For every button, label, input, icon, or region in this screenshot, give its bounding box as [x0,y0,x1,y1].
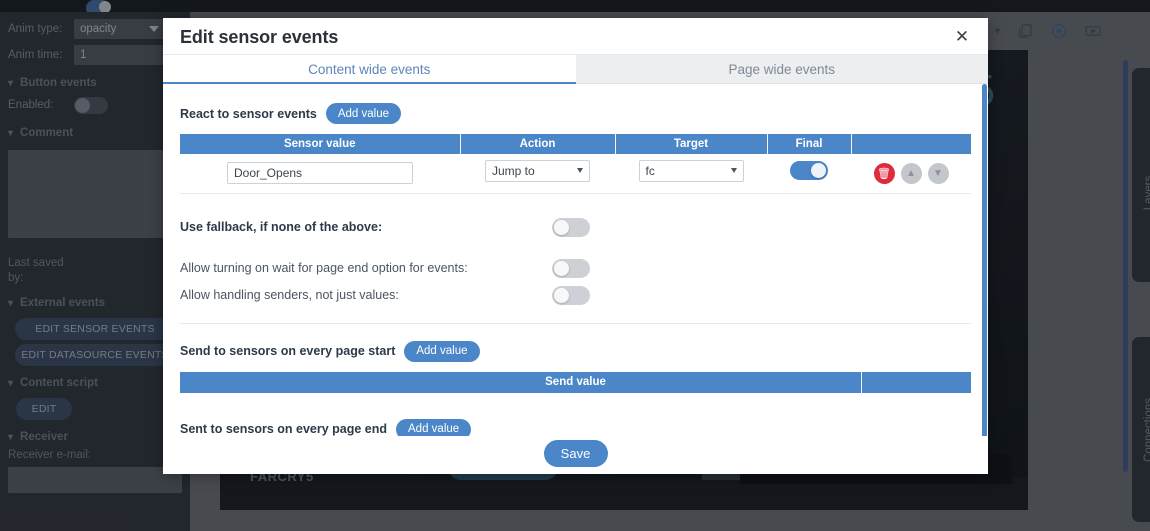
table-row: Jump to fc [180,154,971,194]
react-add-value-button[interactable]: Add value [325,103,402,124]
wait-page-end-toggle[interactable] [552,258,590,278]
col-actions [851,134,971,154]
target-select[interactable]: fc [638,159,744,182]
send-value-table-header: Send value [180,371,971,393]
modal-scrollbar[interactable] [982,84,987,440]
app-root: Anim type: opacity Anim time: 1 se ▾ But… [0,0,1150,531]
divider [180,322,971,324]
option-row-wait-page-end: Allow turning on wait for page end optio… [180,258,590,278]
option-row-handle-senders: Allow handling senders, not just values: [180,285,590,305]
cell-action: Jump to [460,154,615,194]
react-section-label: React to sensor events [180,106,317,121]
modal-title: Edit sensor events [180,27,339,47]
chevron-up-icon[interactable]: ▲ [900,162,922,184]
cell-target: fc [615,154,767,194]
cell-final [767,154,851,194]
col-sensor-value: Sensor value [180,134,461,154]
send-start-add-value-button[interactable]: Add value [404,340,480,362]
handle-senders-toggle[interactable] [552,285,590,305]
option-label-wait-page-end: Allow turning on wait for page end optio… [180,261,468,275]
modal-header: Edit sensor events ✕ [163,18,988,55]
close-icon[interactable]: ✕ [952,27,972,47]
table-header-row: Sensor value Action Target Final [180,134,971,154]
action-select-value: Jump to [492,163,535,178]
tab-page-wide-events[interactable]: Page wide events [575,55,988,84]
send-end-label: Sent to sensors on every page end [180,422,388,436]
col-send-value: Send value [545,375,606,388]
sensor-events-table: Sensor value Action Target Final Door_Op… [180,134,971,194]
react-section-header: React to sensor events Add value [180,103,971,124]
chevron-down-icon[interactable]: ▼ [927,162,949,184]
edit-sensor-events-modal: Edit sensor events ✕ Content wide events… [163,18,988,474]
option-label-fallback: Use fallback, if none of the above: [180,220,383,234]
final-toggle[interactable] [790,161,828,181]
col-send-actions [861,371,971,393]
modal-body: React to sensor events Add value Sensor … [163,84,988,474]
cell-row-actions: 🗑 ▲ ▼ [851,154,971,194]
send-start-header: Send to sensors on every page start Add … [180,340,971,362]
action-select[interactable]: Jump to [485,159,590,182]
trash-icon[interactable]: 🗑 [873,162,895,184]
fallback-toggle[interactable] [552,217,590,237]
target-select-value: fc [645,163,655,178]
option-label-handle-senders: Allow handling senders, not just values: [180,288,399,302]
chevron-down-icon [577,167,583,173]
send-start-label: Send to sensors on every page start [180,344,396,358]
col-final: Final [767,134,852,154]
chevron-down-icon [730,167,737,173]
col-target: Target [615,134,768,154]
option-row-fallback: Use fallback, if none of the above: [180,217,590,237]
tab-content-wide-events[interactable]: Content wide events [163,55,576,84]
sensor-value-input[interactable] [227,162,413,185]
cell-sensor-value [180,154,460,194]
col-action: Action [460,134,616,154]
modal-tabs: Content wide events Page wide events [163,55,988,84]
save-button[interactable]: Save [543,440,608,467]
modal-footer: Save [163,436,988,474]
row-actions: 🗑 ▲ ▼ [851,162,971,184]
